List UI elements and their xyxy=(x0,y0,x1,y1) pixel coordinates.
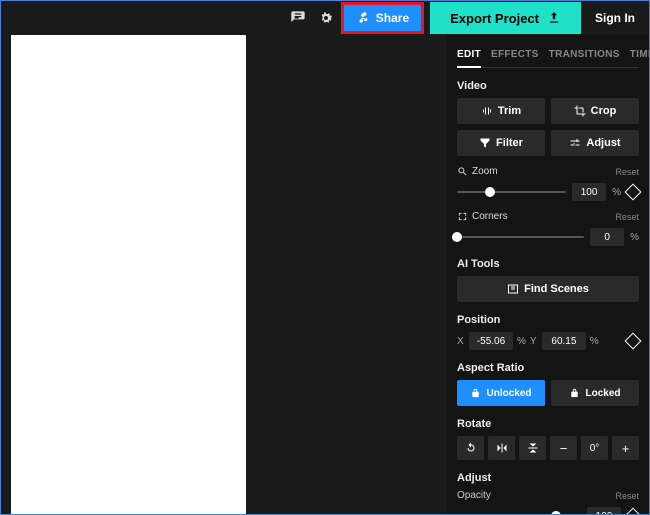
corners-reset[interactable]: Reset xyxy=(615,212,639,222)
filter-icon xyxy=(479,137,491,149)
find-scenes-icon xyxy=(507,283,519,295)
share-icon xyxy=(356,11,370,25)
video-heading: Video xyxy=(457,80,639,92)
position-keyframe[interactable] xyxy=(625,333,642,350)
trim-button[interactable]: Trim xyxy=(457,98,545,124)
position-heading: Position xyxy=(457,314,639,326)
tab-transitions[interactable]: TRANSITIONS xyxy=(549,45,620,67)
export-button[interactable]: Export Project xyxy=(430,2,581,34)
side-panel: EDIT EFFECTS TRANSITIONS TIMING Video Tr… xyxy=(447,35,649,514)
crop-button[interactable]: Crop xyxy=(551,98,639,124)
zoom-reset[interactable]: Reset xyxy=(615,167,639,177)
rotate-minus-button[interactable]: − xyxy=(550,436,577,460)
opacity-label: Opacity xyxy=(457,490,491,501)
zoom-label: Zoom xyxy=(457,166,498,177)
corners-slider-thumb[interactable] xyxy=(452,232,462,242)
share-button[interactable]: Share xyxy=(344,5,421,31)
ai-heading: AI Tools xyxy=(457,258,639,270)
corners-label: Corners xyxy=(457,211,508,222)
aspect-heading: Aspect Ratio xyxy=(457,362,639,374)
pos-y-label: Y xyxy=(530,336,538,347)
adjust-button[interactable]: Adjust xyxy=(551,130,639,156)
canvas-area xyxy=(1,35,447,514)
adjust-heading: Adjust xyxy=(457,472,639,484)
flip-h-icon xyxy=(496,442,508,454)
aspect-unlocked-button[interactable]: Unlocked xyxy=(457,380,545,406)
tab-edit[interactable]: EDIT xyxy=(457,45,481,68)
zoom-icon xyxy=(457,166,468,177)
canvas[interactable] xyxy=(11,35,246,514)
share-label: Share xyxy=(376,11,409,25)
aspect-locked-button[interactable]: Locked xyxy=(551,380,639,406)
rotate-plus-button[interactable]: + xyxy=(612,436,639,460)
zoom-slider-thumb[interactable] xyxy=(485,187,495,197)
corners-icon xyxy=(457,211,468,222)
opacity-keyframe[interactable] xyxy=(625,508,642,514)
pos-x-value[interactable]: -55.06 xyxy=(469,332,513,350)
flip-vertical-button[interactable] xyxy=(519,436,546,460)
pos-x-label: X xyxy=(457,336,465,347)
sign-in-link[interactable]: Sign In xyxy=(581,11,649,25)
comment-icon[interactable] xyxy=(289,9,307,27)
export-icon xyxy=(547,11,561,25)
zoom-value[interactable]: 100 xyxy=(572,183,606,201)
tab-timing[interactable]: TIMING xyxy=(630,45,649,67)
adjust-icon xyxy=(569,137,581,149)
opacity-reset[interactable]: Reset xyxy=(615,491,639,501)
zoom-unit: % xyxy=(612,187,621,198)
zoom-keyframe[interactable] xyxy=(625,184,642,201)
flip-horizontal-button[interactable] xyxy=(488,436,515,460)
panel-tabs: EDIT EFFECTS TRANSITIONS TIMING xyxy=(457,45,639,68)
trim-icon xyxy=(481,105,493,117)
tab-effects[interactable]: EFFECTS xyxy=(491,45,539,67)
unlocked-icon xyxy=(470,388,481,399)
share-highlight: Share xyxy=(341,2,424,34)
filter-button[interactable]: Filter xyxy=(457,130,545,156)
rotate-ccw-icon xyxy=(465,442,477,454)
corners-value[interactable]: 0 xyxy=(590,228,624,246)
zoom-slider[interactable] xyxy=(457,191,566,193)
flip-v-icon xyxy=(527,442,539,454)
opacity-value[interactable]: 100 xyxy=(587,507,621,514)
pos-y-value[interactable]: 60.15 xyxy=(542,332,586,350)
locked-icon xyxy=(569,388,580,399)
settings-icon[interactable] xyxy=(317,9,335,27)
corners-unit: % xyxy=(630,232,639,243)
rotate-heading: Rotate xyxy=(457,418,639,430)
find-scenes-button[interactable]: Find Scenes xyxy=(457,276,639,302)
rotate-ccw-button[interactable] xyxy=(457,436,484,460)
crop-icon xyxy=(574,105,586,117)
export-label: Export Project xyxy=(450,11,539,26)
corners-slider[interactable] xyxy=(457,236,584,238)
rotate-value[interactable]: 0° xyxy=(581,436,608,460)
top-bar: Share Export Project Sign In xyxy=(1,1,649,35)
opacity-slider-thumb[interactable] xyxy=(551,511,561,514)
